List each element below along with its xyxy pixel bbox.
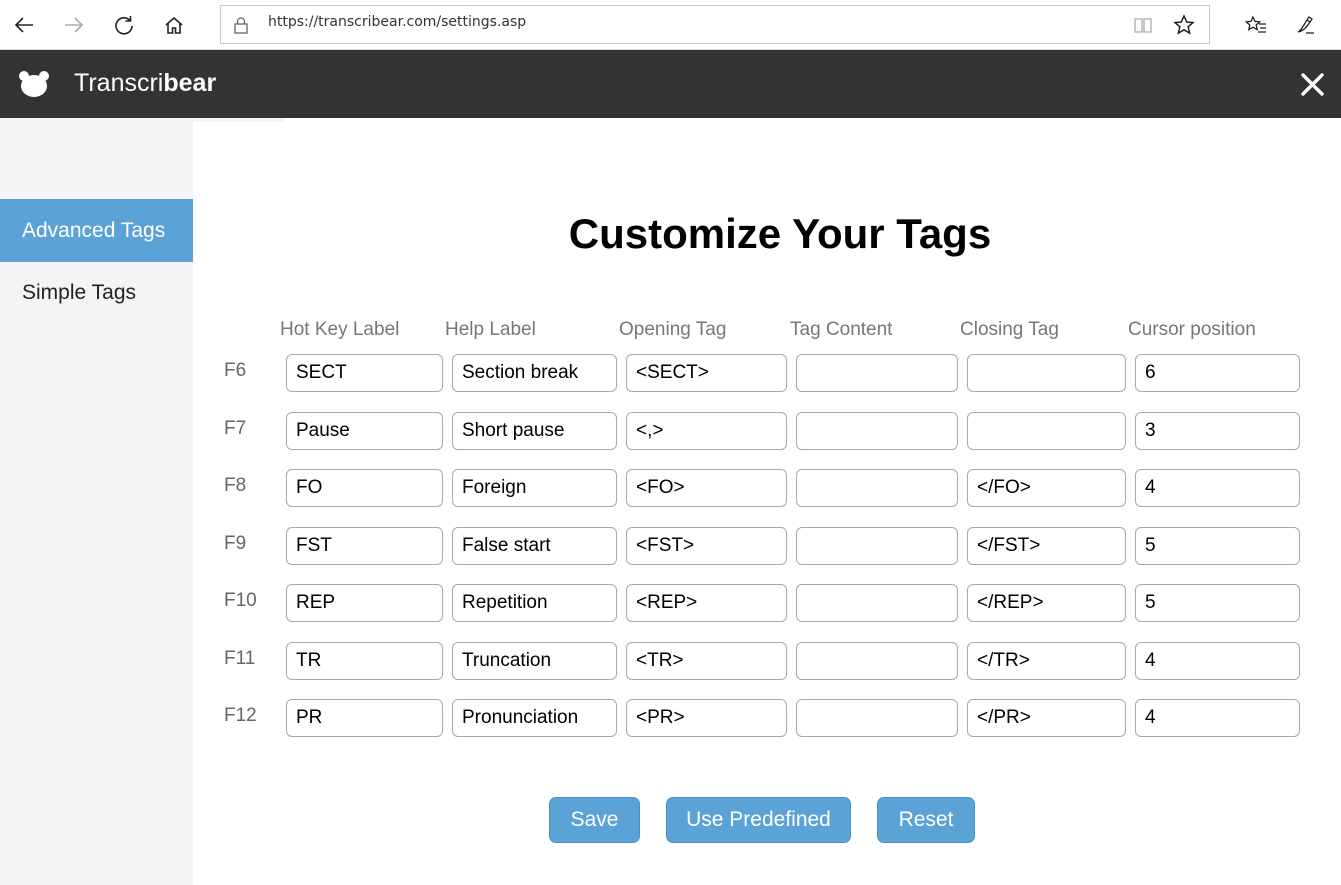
hotkey-label-f8: F8 <box>224 475 247 496</box>
browser-toolbar: https://transcribear.com/settings.asp <box>0 0 1341 50</box>
tag-content-input[interactable] <box>796 642 958 680</box>
hotkey-label-f10: F10 <box>224 590 257 611</box>
bear-logo-icon <box>19 71 49 97</box>
favorites-icon <box>1245 15 1266 33</box>
cursor-position-input[interactable] <box>1135 642 1300 680</box>
opening-tag-input[interactable] <box>626 412 787 450</box>
use-predefined-button[interactable]: Use Predefined <box>666 797 851 843</box>
opening-tag-input[interactable] <box>626 699 787 737</box>
help-label-input[interactable] <box>452 642 617 680</box>
hotkey-label-f9: F9 <box>224 533 247 554</box>
help-label-input[interactable] <box>452 527 617 565</box>
hot-key-label-input[interactable] <box>286 642 443 680</box>
hot-key-label-input[interactable] <box>286 584 443 622</box>
address-bar[interactable]: https://transcribear.com/settings.asp <box>220 5 1210 44</box>
cursor-position-input[interactable] <box>1135 584 1300 622</box>
hot-key-label-input[interactable] <box>286 469 443 507</box>
sidebar-item-advanced-tags[interactable]: Advanced Tags <box>0 199 193 262</box>
home-icon <box>165 16 183 34</box>
cursor-position-input[interactable] <box>1135 699 1300 737</box>
tag-content-input[interactable] <box>796 412 958 450</box>
help-label-input[interactable] <box>452 412 617 450</box>
app-title: Transcribear <box>74 69 217 97</box>
column-header-help-label: Help Label <box>445 319 536 340</box>
refresh-button[interactable] <box>108 9 140 41</box>
tag-content-input[interactable] <box>796 354 958 392</box>
tag-content-input[interactable] <box>796 527 958 565</box>
hotkey-label-f12: F12 <box>224 705 257 726</box>
closing-tag-input[interactable] <box>967 527 1126 565</box>
opening-tag-input[interactable] <box>626 642 787 680</box>
tag-content-input[interactable] <box>796 699 958 737</box>
pen-icon <box>1297 16 1314 34</box>
forward-button[interactable] <box>58 9 90 41</box>
cursor-position-input[interactable] <box>1135 469 1300 507</box>
hot-key-label-input[interactable] <box>286 699 443 737</box>
help-label-input[interactable] <box>452 354 617 392</box>
closing-tag-input[interactable] <box>967 412 1126 450</box>
home-button[interactable] <box>158 9 190 41</box>
cursor-position-input[interactable] <box>1135 354 1300 392</box>
opening-tag-input[interactable] <box>626 469 787 507</box>
tag-content-input[interactable] <box>796 469 958 507</box>
help-label-input[interactable] <box>452 469 617 507</box>
help-label-input[interactable] <box>452 584 617 622</box>
cursor-position-input[interactable] <box>1135 412 1300 450</box>
hotkey-label-f7: F7 <box>224 418 247 439</box>
favorites-button[interactable] <box>1240 9 1272 41</box>
hot-key-label-input[interactable] <box>286 412 443 450</box>
refresh-icon <box>115 16 133 35</box>
hot-key-label-input[interactable] <box>286 354 443 392</box>
reset-button[interactable]: Reset <box>877 797 975 843</box>
star-icon[interactable] <box>1173 14 1195 36</box>
column-header-opening-tag: Opening Tag <box>619 319 727 340</box>
lock-icon <box>234 17 248 34</box>
tag-content-input[interactable] <box>796 584 958 622</box>
back-arrow-icon <box>14 17 33 33</box>
opening-tag-input[interactable] <box>626 527 787 565</box>
hotkey-label-f11: F11 <box>224 648 256 669</box>
hot-key-label-input[interactable] <box>286 527 443 565</box>
closing-tag-input[interactable] <box>967 584 1126 622</box>
sidebar: Advanced Tags Simple Tags <box>0 118 193 885</box>
closing-tag-input[interactable] <box>967 469 1126 507</box>
help-label-input[interactable] <box>452 699 617 737</box>
tab-indicator <box>193 118 285 122</box>
page-title: Customize Your Tags <box>568 210 992 257</box>
column-header-tag-content: Tag Content <box>790 319 893 340</box>
closing-tag-input[interactable] <box>967 699 1126 737</box>
sidebar-item-simple-tags[interactable]: Simple Tags <box>0 261 193 324</box>
closing-tag-input[interactable] <box>967 354 1126 392</box>
closing-tag-input[interactable] <box>967 642 1126 680</box>
opening-tag-input[interactable] <box>626 354 787 392</box>
cursor-position-input[interactable] <box>1135 527 1300 565</box>
forward-arrow-icon <box>65 17 84 33</box>
close-icon[interactable] <box>1300 72 1325 97</box>
save-button[interactable]: Save <box>549 797 640 843</box>
opening-tag-input[interactable] <box>626 584 787 622</box>
pen-button[interactable] <box>1289 9 1321 41</box>
reading-view-icon[interactable] <box>1133 15 1153 35</box>
column-header-closing-tag: Closing Tag <box>960 319 1059 340</box>
hotkey-label-f6: F6 <box>224 360 247 381</box>
back-button[interactable] <box>8 9 40 41</box>
column-header-hot-key-label: Hot Key Label <box>280 319 400 340</box>
column-header-cursor-position: Cursor position <box>1128 319 1256 340</box>
url-text: https://transcribear.com/settings.asp <box>268 14 527 30</box>
app-header: Transcribear <box>0 50 1341 118</box>
